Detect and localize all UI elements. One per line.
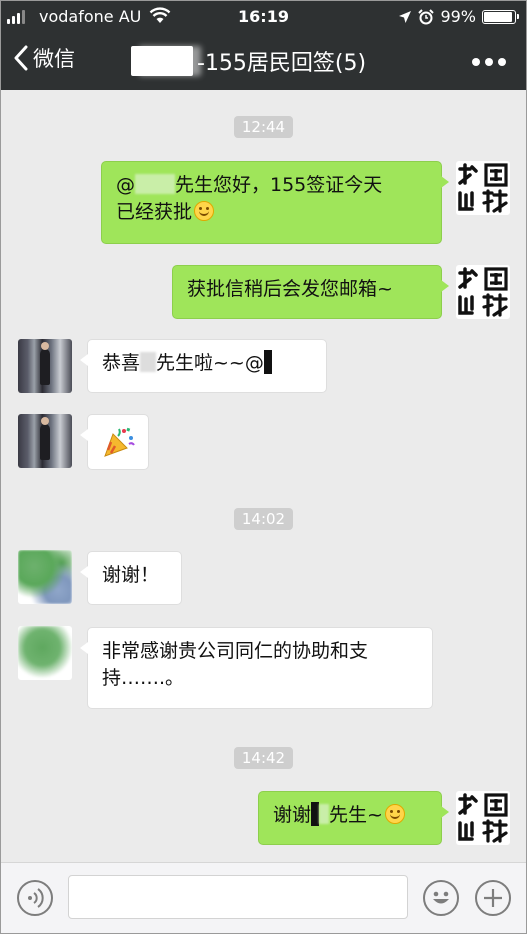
back-label: 微信 (33, 47, 75, 71)
chat-title-text: -155居民回签(5) (197, 51, 367, 76)
message-input[interactable] (68, 875, 408, 919)
smile-emoji-icon (194, 201, 215, 221)
alarm-icon (418, 8, 435, 24)
more-dots-icon[interactable] (472, 58, 506, 66)
redacted-name (311, 802, 320, 826)
contact-avatar[interactable] (18, 550, 72, 604)
chat-title: -155居民回签(5) (131, 45, 366, 77)
status-bar: vodafone AU 16:19 99% (1, 1, 526, 33)
redacted-name (140, 352, 157, 372)
redacted-name (131, 46, 193, 76)
plus-button[interactable] (475, 880, 511, 916)
calligraphy-avatar-icon (458, 793, 508, 843)
smile-emoji-icon (384, 804, 405, 824)
party-popper-icon (104, 427, 135, 457)
my-avatar[interactable] (456, 265, 510, 319)
back-chevron-icon (14, 45, 28, 71)
emoji-button[interactable] (423, 880, 459, 916)
input-bar (1, 862, 526, 933)
message-bubble-out[interactable]: 谢谢 先生~ (258, 791, 449, 845)
calligraphy-avatar-icon (458, 267, 508, 317)
redacted-name (319, 804, 330, 824)
message-bubble-out[interactable]: 获批信稍后会发您邮箱~ (172, 265, 449, 319)
redacted-name (135, 174, 175, 194)
redacted-name (263, 350, 272, 374)
timestamp: 14:42 (1, 747, 526, 769)
battery-icon (482, 9, 519, 24)
top-bar: vodafone AU 16:19 99% 微信 -155居民回签(5) (1, 1, 526, 90)
timestamp: 12:44 (1, 116, 526, 138)
calligraphy-avatar-icon (458, 163, 508, 213)
message-bubble-in[interactable]: 谢谢！ (80, 551, 182, 605)
my-avatar[interactable] (456, 791, 510, 845)
contact-avatar[interactable] (18, 414, 72, 468)
back-button[interactable]: 微信 (13, 43, 75, 73)
my-avatar[interactable] (456, 161, 510, 215)
battery-percent: 99% (440, 7, 476, 26)
contact-avatar[interactable] (18, 339, 72, 393)
chat-area: 12:44 @ 先生您好，155签证今天 已经获批 获批信稍后会发您邮箱~ 恭喜… (1, 90, 526, 862)
voice-button[interactable] (17, 880, 53, 916)
message-bubble-in[interactable]: 非常感谢贵公司同仁的协助和支 持…….。 (80, 627, 433, 709)
plus-icon (484, 889, 502, 907)
nav-bar: 微信 -155居民回签(5) (1, 33, 526, 90)
message-bubble-in[interactable]: 恭喜 先生啦~~@ (80, 339, 327, 393)
message-bubble-in[interactable] (80, 414, 149, 470)
voice-icon (28, 888, 44, 908)
wechat-window: vodafone AU 16:19 99% 微信 -155居民回签(5) 12:… (0, 0, 527, 934)
emoji-icon (433, 891, 449, 904)
timestamp: 14:02 (1, 508, 526, 530)
message-bubble-out[interactable]: @ 先生您好，155签证今天 已经获批 (101, 161, 449, 244)
location-icon (399, 10, 412, 23)
contact-avatar[interactable] (18, 626, 72, 680)
